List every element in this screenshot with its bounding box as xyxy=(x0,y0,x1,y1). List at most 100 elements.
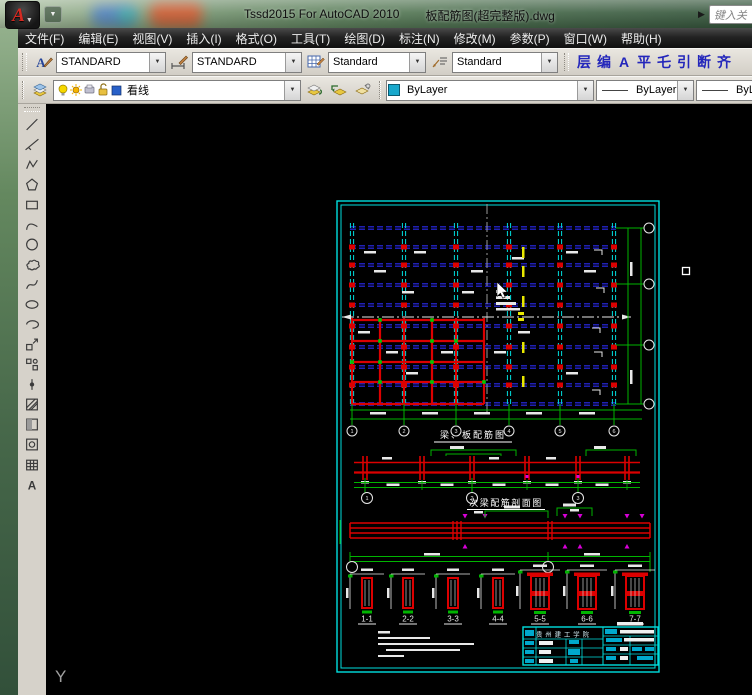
draw-tool-polygon[interactable] xyxy=(20,174,44,194)
menu-item[interactable]: 帮助(H) xyxy=(614,30,669,47)
draw-tool-ellipse-arc[interactable] xyxy=(20,314,44,334)
cad-drawing: 123456 123 1-12-23-34-45-56-67-7 梁、板配筋图 … xyxy=(46,104,752,695)
section-label: 1-1 xyxy=(361,615,373,624)
svg-text:A: A xyxy=(36,55,46,70)
draw-tool-region[interactable] xyxy=(20,434,44,454)
draw-tool-table[interactable] xyxy=(20,454,44,474)
layer-previous-button[interactable] xyxy=(327,79,351,101)
menu-item[interactable]: 插入(I) xyxy=(179,30,228,47)
menu-item[interactable]: 参数(P) xyxy=(503,30,557,47)
multileader-style-combobox[interactable]: Standard ▼ xyxy=(452,52,558,73)
draw-tool-arc[interactable] xyxy=(20,214,44,234)
quick-access-dropdown-button[interactable]: ▼ xyxy=(44,6,62,23)
linetype-sample xyxy=(602,90,628,91)
chevron-down-icon[interactable]: ▼ xyxy=(409,53,425,72)
chevron-down-icon: ▼ xyxy=(26,17,33,24)
title-block-org: 贵州建工学院 xyxy=(536,630,592,639)
cursor-pointer xyxy=(497,282,508,298)
background-blur-blob xyxy=(150,0,202,28)
tssd-tool-button[interactable]: 齐 xyxy=(714,51,734,73)
menu-item[interactable]: 绘图(D) xyxy=(337,30,392,47)
layer-states-button[interactable] xyxy=(303,79,327,101)
section-label: 4-4 xyxy=(492,615,504,624)
draw-tool-construction-line[interactable] xyxy=(20,134,44,154)
infocenter: ▶ 键入关 xyxy=(698,5,752,24)
toolbar-grip[interactable] xyxy=(22,81,24,99)
polygon-icon xyxy=(24,177,40,192)
plan-title: 梁、板配筋图 xyxy=(440,429,506,440)
chevron-down-icon[interactable]: ▼ xyxy=(577,81,593,100)
toolbar-grip[interactable] xyxy=(24,107,40,112)
plot-icon xyxy=(85,85,94,93)
chevron-down-icon: ▼ xyxy=(50,11,57,18)
application-menu-button[interactable]: A ▼ xyxy=(5,1,40,29)
table-style-combobox[interactable]: Standard ▼ xyxy=(328,52,426,73)
chevron-down-icon[interactable]: ▼ xyxy=(284,81,300,100)
tssd-tool-button[interactable]: 断 xyxy=(694,51,714,73)
draw-tool-hatch[interactable] xyxy=(20,394,44,414)
table-icon xyxy=(24,457,40,472)
background-blur-blob xyxy=(118,6,136,24)
menu-item[interactable]: 标注(N) xyxy=(392,30,447,47)
layer-manager-icon xyxy=(32,82,50,98)
lineweight-sample xyxy=(702,90,728,91)
infocenter-expand-icon[interactable]: ▶ xyxy=(698,9,705,20)
linetype-combobox[interactable]: ByLayer ▼ xyxy=(596,80,694,101)
menu-item[interactable]: 窗口(W) xyxy=(557,30,614,47)
menu-item[interactable]: 编辑(E) xyxy=(71,30,125,47)
draw-tool-multiline-text[interactable]: A xyxy=(20,474,44,494)
chevron-down-icon[interactable]: ▼ xyxy=(285,53,301,72)
grip-point[interactable] xyxy=(683,268,690,275)
multiline-text-icon: A xyxy=(24,477,40,492)
table-style-button[interactable] xyxy=(304,51,328,73)
menu-item[interactable]: 格式(O) xyxy=(229,30,284,47)
plan-view: 123456 xyxy=(342,204,654,436)
draw-tool-make-block[interactable] xyxy=(20,354,44,374)
draw-tool-circle[interactable] xyxy=(20,234,44,254)
tssd-tool-button[interactable]: 引 xyxy=(674,51,694,73)
tssd-toolbar: 层编A平乇引断齐 xyxy=(574,51,734,73)
text-style-combobox[interactable]: STANDARD ▼ xyxy=(56,52,166,73)
app-title: Tssd2015 For AutoCAD 2010 xyxy=(244,7,399,24)
tssd-tool-button[interactable]: 平 xyxy=(634,51,654,73)
draw-tool-insert-block[interactable] xyxy=(20,334,44,354)
tssd-tool-button[interactable]: 编 xyxy=(594,51,614,73)
dimension-style-button[interactable] xyxy=(168,51,192,73)
dimension-style-combobox[interactable]: STANDARD ▼ xyxy=(192,52,302,73)
draw-tool-line[interactable] xyxy=(20,114,44,134)
text-style-button[interactable]: A xyxy=(32,51,56,73)
lineweight-combobox[interactable]: ByLayer ▼ xyxy=(696,80,752,101)
multileader-style-button[interactable] xyxy=(428,51,452,73)
toolbar-grip[interactable] xyxy=(22,53,27,71)
draw-tool-gradient[interactable] xyxy=(20,414,44,434)
layer-manager-button[interactable] xyxy=(29,79,53,101)
table-style-icon xyxy=(307,54,325,70)
menu-item[interactable]: 视图(V) xyxy=(125,30,179,47)
svg-text:5: 5 xyxy=(558,429,561,435)
color-chip xyxy=(388,84,400,96)
draw-tool-revision-cloud[interactable] xyxy=(20,254,44,274)
draw-tool-ellipse[interactable] xyxy=(20,294,44,314)
chevron-down-icon[interactable]: ▼ xyxy=(149,53,165,72)
draw-tool-polyline[interactable] xyxy=(20,154,44,174)
draw-tool-spline[interactable] xyxy=(20,274,44,294)
color-combobox[interactable]: ByLayer ▼ xyxy=(386,80,594,101)
toolbar-grip[interactable] xyxy=(564,53,569,71)
menu-item[interactable]: 工具(T) xyxy=(284,30,337,47)
toolbar-grip[interactable] xyxy=(379,81,381,99)
draw-tool-rectangle[interactable] xyxy=(20,194,44,214)
chevron-down-icon[interactable]: ▼ xyxy=(541,53,557,72)
make-block-icon xyxy=(24,357,40,372)
drawing-canvas[interactable]: 123456 123 1-12-23-34-45-56-67-7 梁、板配筋图 … xyxy=(46,104,752,695)
chevron-down-icon[interactable]: ▼ xyxy=(677,81,693,100)
menu-bar: 文件(F)编辑(E)视图(V)插入(I)格式(O)工具(T)绘图(D)标注(N)… xyxy=(18,28,752,48)
tssd-tool-button[interactable]: A xyxy=(614,51,634,73)
menu-item[interactable]: 文件(F) xyxy=(18,30,71,47)
tssd-tool-button[interactable]: 乇 xyxy=(654,51,674,73)
infocenter-search-input[interactable]: 键入关 xyxy=(709,5,752,24)
draw-tool-point[interactable] xyxy=(20,374,44,394)
layer-combobox[interactable]: 看线 ▼ xyxy=(53,80,301,101)
layer-isolate-button[interactable] xyxy=(351,79,375,101)
tssd-tool-button[interactable]: 层 xyxy=(574,51,594,73)
menu-item[interactable]: 修改(M) xyxy=(447,30,503,47)
